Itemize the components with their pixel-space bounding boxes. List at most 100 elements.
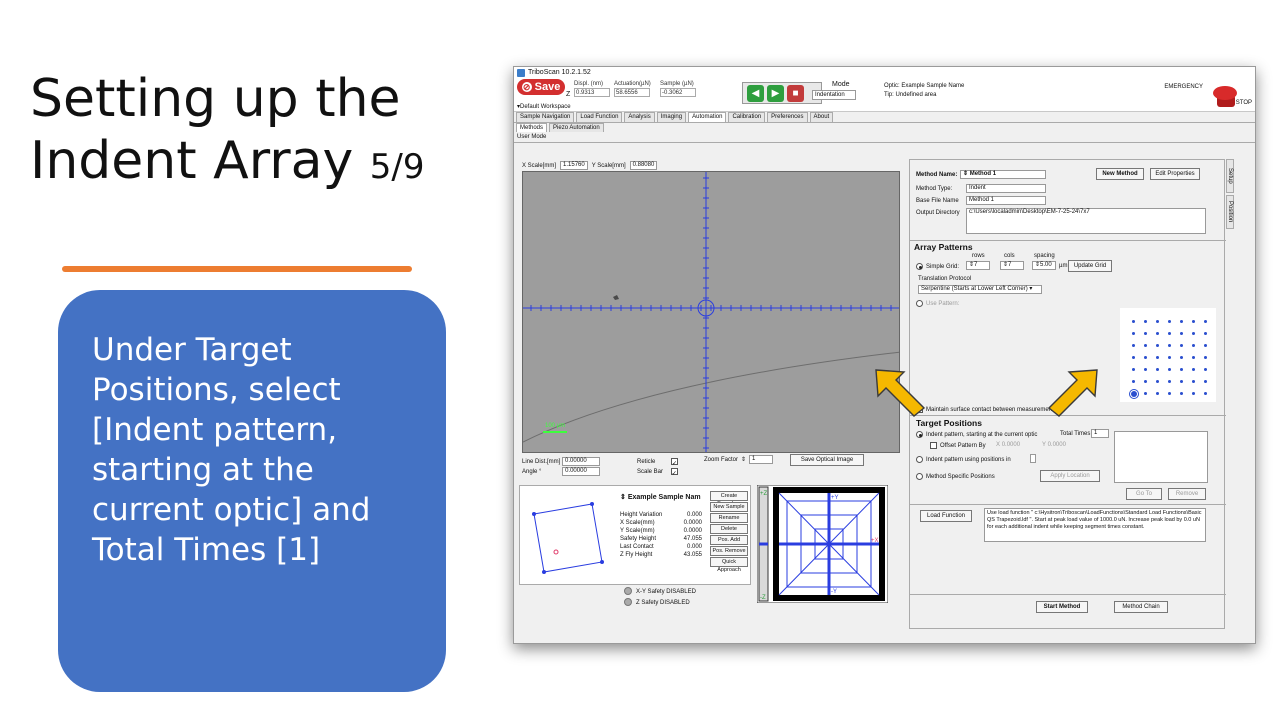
scale-bar-checkbox[interactable]: ✓ bbox=[670, 467, 678, 477]
cols-field[interactable]: ⇕7 bbox=[1000, 261, 1024, 270]
play-icon[interactable]: ▶ bbox=[767, 84, 784, 102]
z-label: Z bbox=[566, 91, 571, 98]
tab-load-function[interactable]: Load Function bbox=[576, 112, 623, 122]
grid-point bbox=[1192, 332, 1195, 335]
tab-calibration[interactable]: Calibration bbox=[728, 112, 766, 122]
quick-approach-button[interactable]: Quick Approach bbox=[710, 557, 748, 573]
overlay-options: Reticle ✓ Scale Bar ✓ bbox=[637, 457, 681, 477]
tab-piezo-automation[interactable]: Piezo Automation bbox=[549, 123, 604, 132]
output-dir-field[interactable]: c:\Users\localadmin\Desktop\EM-7-25-24\7… bbox=[966, 208, 1206, 234]
method-specific-option[interactable]: Method Specific Positions bbox=[916, 473, 995, 480]
use-pattern-option[interactable]: Use Pattern: bbox=[916, 300, 959, 307]
remove-button[interactable]: Remove bbox=[1168, 488, 1206, 500]
sample-key: Height Variation bbox=[620, 512, 663, 518]
readout-label: Displ. (nm) bbox=[574, 81, 604, 87]
zoom-spinner-icon[interactable]: ⇕ bbox=[741, 456, 746, 463]
indent-current-optic-option[interactable]: Indent pattern, starting at the current … bbox=[916, 431, 1037, 438]
positions-spinner[interactable] bbox=[1030, 454, 1036, 463]
tab-preferences[interactable]: Preferences bbox=[767, 112, 808, 122]
readout-displ: Displ. (nm) 0.9313 bbox=[574, 81, 610, 97]
divider bbox=[910, 240, 1226, 241]
indent-positions-option[interactable]: Indent pattern using positions in bbox=[916, 456, 1011, 463]
y-scale-field[interactable]: 0.88080 bbox=[629, 161, 658, 170]
grid-point bbox=[1132, 356, 1135, 359]
stage-label-plus-x: +X bbox=[871, 538, 879, 544]
workspace-select[interactable]: ▾Default Workspace bbox=[517, 103, 571, 110]
optical-image[interactable]: 100 µm bbox=[522, 171, 900, 453]
pos-add-button[interactable]: Pos. Add bbox=[710, 535, 748, 545]
mode-select[interactable]: Indentation bbox=[812, 90, 856, 100]
rows-field[interactable]: ⇕7 bbox=[966, 261, 990, 270]
grid-point bbox=[1192, 380, 1195, 383]
grid-point bbox=[1192, 392, 1195, 395]
tab-about[interactable]: About bbox=[809, 112, 834, 122]
zoom-field[interactable]: 1 bbox=[749, 455, 774, 464]
tab-setup[interactable]: Setup bbox=[1226, 159, 1234, 193]
simple-grid-option[interactable]: Simple Grid: bbox=[916, 263, 959, 270]
grid-point bbox=[1156, 356, 1159, 359]
save-optical-image-button[interactable]: Save Optical Image bbox=[790, 454, 864, 466]
method-chain-button[interactable]: Method Chain bbox=[1114, 601, 1168, 613]
grid-point bbox=[1180, 380, 1183, 383]
grid-point bbox=[1132, 320, 1135, 323]
main-tabs: Sample Navigation Load Function Analysis Im… bbox=[514, 112, 1255, 122]
x-scale-field[interactable]: 1.15760 bbox=[560, 161, 588, 170]
tab-methods[interactable]: Methods bbox=[516, 123, 548, 132]
base-file-field[interactable]: Method 1 bbox=[966, 196, 1046, 205]
load-function-button[interactable]: Load Function bbox=[920, 510, 972, 522]
delete-button[interactable]: Delete bbox=[710, 524, 748, 534]
edit-properties-button[interactable]: Edit Properties bbox=[1150, 168, 1200, 180]
angle-field[interactable]: 0.00000 bbox=[562, 467, 601, 477]
stage-label-plus-y: +Y bbox=[831, 495, 839, 501]
create-boundary-button[interactable]: Create Boundary bbox=[710, 491, 748, 507]
highlight-arrow-icon bbox=[875, 369, 926, 417]
offset-pattern-option[interactable]: Offset Pattern By bbox=[930, 442, 986, 449]
method-type-field: Indent bbox=[966, 184, 1046, 193]
grid-point bbox=[1204, 332, 1207, 335]
new-method-button[interactable]: New Method bbox=[1096, 168, 1144, 180]
grid-point bbox=[1132, 380, 1135, 383]
spacing-field[interactable]: ⇕5.00 bbox=[1032, 261, 1056, 270]
tab-sample-navigation[interactable]: Sample Navigation bbox=[516, 112, 575, 122]
reticle-checkbox[interactable]: ✓ bbox=[671, 457, 679, 467]
pos-remove-button[interactable]: Pos. Remove bbox=[710, 546, 748, 556]
save-button[interactable]: ⊘ Save bbox=[517, 79, 565, 95]
sample-value: 0.000 bbox=[686, 544, 702, 550]
tab-position[interactable]: Position bbox=[1226, 195, 1234, 229]
positions-list[interactable] bbox=[1114, 431, 1208, 483]
rename-button[interactable]: Rename bbox=[710, 513, 748, 523]
sample-name[interactable]: ⇕ Example Sample Nam bbox=[620, 493, 701, 501]
tab-imaging[interactable]: Imaging bbox=[656, 112, 687, 122]
user-mode-menu[interactable]: User Mode bbox=[514, 132, 1255, 143]
stage-label-minus-z: -Z bbox=[760, 595, 766, 601]
grid-point bbox=[1144, 320, 1147, 323]
method-name-field[interactable]: ⇕ Method 1 bbox=[960, 170, 1046, 179]
go-to-button[interactable]: Go To bbox=[1126, 488, 1162, 500]
translation-protocol-select[interactable]: Serpentine (Starts at Lower Left Corner)… bbox=[918, 285, 1042, 294]
slide-title: Setting up the Indent Array 5/9 bbox=[30, 68, 490, 198]
grid-point bbox=[1144, 368, 1147, 371]
grid-point bbox=[1132, 332, 1135, 335]
total-times-field[interactable]: 1 bbox=[1091, 429, 1109, 438]
update-grid-button[interactable]: Update Grid bbox=[1068, 260, 1112, 272]
tab-automation[interactable]: Automation bbox=[688, 112, 727, 122]
stage-navigator[interactable]: +Y -Y +X +Z -Z bbox=[757, 485, 888, 603]
start-method-button[interactable]: Start Method bbox=[1036, 601, 1088, 613]
stop-icon[interactable]: ■ bbox=[787, 84, 804, 102]
angle-label: Angle ° bbox=[522, 469, 542, 476]
sample-key: Safety Height bbox=[620, 536, 657, 542]
maintain-contact-option[interactable]: Maintain surface contact between measure… bbox=[916, 406, 1057, 413]
sample-buttons: Create BoundaryNew SampleRenameDeletePos… bbox=[710, 491, 748, 573]
line-dist-field[interactable]: 0.00000 bbox=[562, 457, 601, 466]
y-scale-label: Y Scale[mm] bbox=[591, 162, 626, 169]
apply-location-button[interactable]: Apply Location bbox=[1040, 470, 1100, 482]
sample-boundary-preview bbox=[532, 502, 604, 574]
sample-value-row: X Scale(mm) 0.0000 bbox=[620, 519, 702, 527]
tab-analysis[interactable]: Analysis bbox=[624, 112, 655, 122]
grid-point bbox=[1156, 320, 1159, 323]
new-sample-button[interactable]: New Sample bbox=[710, 502, 748, 512]
divider bbox=[910, 594, 1226, 595]
reticle-label: Reticle bbox=[637, 459, 656, 465]
back-icon[interactable]: ◀ bbox=[747, 84, 764, 102]
stage-label-minus-y: -Y bbox=[831, 589, 837, 595]
